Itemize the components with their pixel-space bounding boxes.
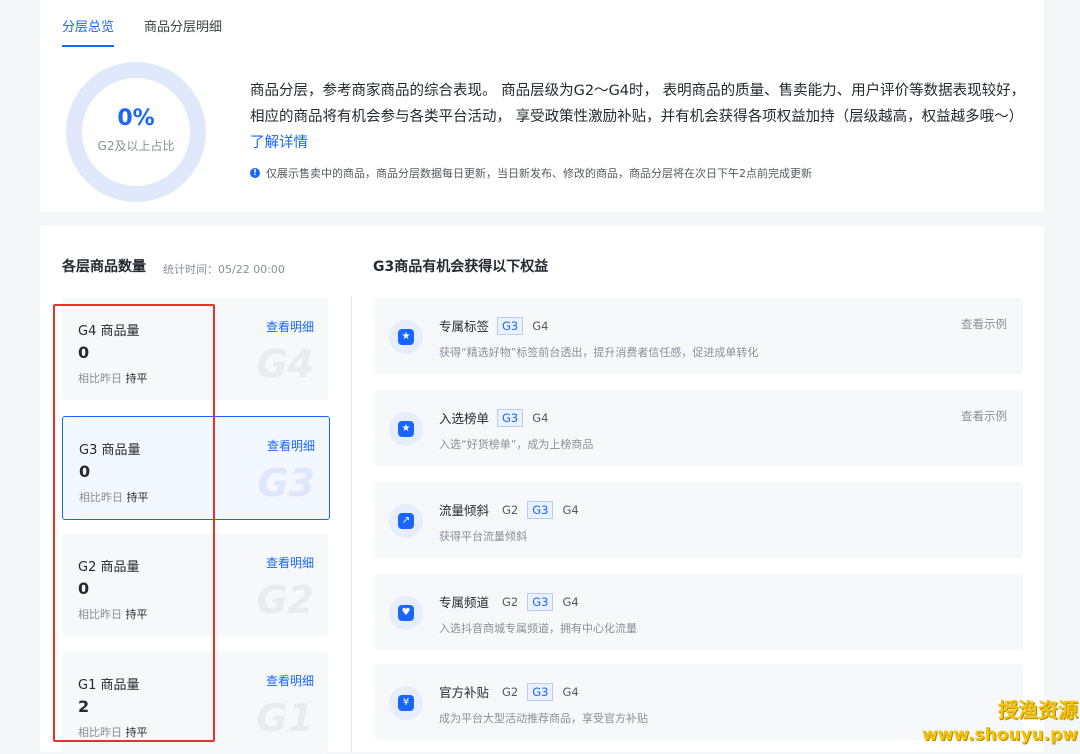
right-title: 官方补贴 xyxy=(439,685,490,700)
view-detail-link[interactable]: 查看明细 xyxy=(267,437,315,454)
tier-compare: 相比昨日 持平 xyxy=(78,372,148,385)
right-desc: 获得“精选好物”标签前台透出，提升消费者信任感，促进成单转化 xyxy=(439,346,759,359)
ratio-label: G2及以上占比 xyxy=(97,139,175,153)
right-title-row: 专属标签 G3 G4 xyxy=(439,316,553,335)
tier-chip: G3 xyxy=(497,316,524,335)
info-icon: ! xyxy=(250,168,260,178)
tier-chip: G4 xyxy=(562,684,579,699)
tier-count: 2 xyxy=(78,697,90,716)
tier-count: 0 xyxy=(79,462,91,481)
tier-chip: G2 xyxy=(502,684,519,699)
tier-count: 0 xyxy=(78,579,90,598)
tier-chip: G2 xyxy=(502,594,519,609)
tier-rights-card: 各层商品数量 统计时间：05/22 00:00 G3商品有机会获得以下权益 G4… xyxy=(40,226,1044,754)
stat-time: 统计时间：05/22 00:00 xyxy=(163,263,285,276)
right-title-row: 专属频道 G2 G3 G4 xyxy=(439,592,584,611)
view-detail-link[interactable]: 查看明细 xyxy=(266,318,314,335)
tier-chip: G3 xyxy=(497,408,524,427)
intro-body: 商品分层，参考商家商品的综合表现。 商品层级为G2～G4时， 表明商品的质量、售… xyxy=(250,83,1026,125)
star-tag-icon: ★ xyxy=(389,320,423,354)
tiers-title: 各层商品数量 xyxy=(62,259,146,275)
rights-title: G3商品有机会获得以下权益 xyxy=(373,259,549,275)
learn-more-link[interactable]: 了解详情 xyxy=(250,135,308,151)
right-title-row: 流量倾斜 G2 G3 G4 xyxy=(439,500,584,519)
tier-compare: 相比昨日 持平 xyxy=(78,726,148,739)
tier-chip: G4 xyxy=(532,318,549,333)
view-detail-link[interactable]: 查看明细 xyxy=(266,672,314,689)
tier-name: G2 商品量 xyxy=(78,560,140,575)
yen-subsidy-icon: ¥ xyxy=(389,686,423,720)
right-item: ★ 入选榜单 G3 G4 入选“好货榜单”，成为上榜商品 查看示例 xyxy=(375,390,1023,466)
tier-card-g3[interactable]: G3 商品量 0 相比昨日 持平 查看明细 G3 xyxy=(62,416,330,520)
tier-chip: G3 xyxy=(527,592,554,611)
notice-text: 仅展示售卖中的商品，商品分层数据每日更新，当日新发布、修改的商品，商品分层将在次… xyxy=(266,167,812,180)
view-detail-link[interactable]: 查看明细 xyxy=(266,554,314,571)
tier-count: 0 xyxy=(78,343,90,362)
tier-chip: G3 xyxy=(527,682,554,701)
tier-compare: 相比昨日 持平 xyxy=(78,608,148,621)
tier-name: G1 商品量 xyxy=(78,678,140,693)
ratio-value: 0% xyxy=(117,106,155,131)
watermark-line2: www.shouyu.pw xyxy=(921,725,1078,745)
site-watermark: 授渔资源 www.shouyu.pw xyxy=(922,698,1078,748)
intro-text: 商品分层，参考商家商品的综合表现。 商品层级为G2～G4时， 表明商品的质量、售… xyxy=(250,78,1026,156)
channel-heart-icon: ♥ xyxy=(389,596,423,630)
overview-card: 分层总览 商品分层明细 0% G2及以上占比 商品分层，参考商家商品的综合表现。… xyxy=(40,0,1044,212)
right-item: ♥ 专属频道 G2 G3 G4 入选抖音商城专属频道，拥有中心化流量 xyxy=(375,574,1023,650)
right-desc: 入选“好货榜单”，成为上榜商品 xyxy=(439,438,594,451)
update-notice: ! 仅展示售卖中的商品，商品分层数据每日更新，当日新发布、修改的商品，商品分层将… xyxy=(250,165,812,181)
tier-name: G3 商品量 xyxy=(79,443,141,458)
tab-overview[interactable]: 分层总览 xyxy=(62,16,115,47)
tier-badge: G4 xyxy=(256,342,314,386)
tier-chip: G4 xyxy=(562,502,579,517)
right-item: ↗ 流量倾斜 G2 G3 G4 获得平台流量倾斜 xyxy=(375,482,1023,558)
right-desc: 成为平台大型活动推荐商品，享受官方补贴 xyxy=(439,712,648,725)
right-item: ★ 专属标签 G3 G4 获得“精选好物”标签前台透出，提升消费者信任感，促进成单转化 查… xyxy=(375,298,1023,374)
view-example-link[interactable]: 查看示例 xyxy=(961,316,1007,332)
tier-chip: G4 xyxy=(562,594,579,609)
tier-chip: G4 xyxy=(532,410,549,425)
trend-chart-icon: ↗ xyxy=(389,504,423,538)
right-title: 专属标签 xyxy=(439,319,490,334)
view-example-link[interactable]: 查看示例 xyxy=(961,408,1007,424)
tier-badge: G2 xyxy=(256,578,314,622)
tier-chip: G3 xyxy=(527,500,554,519)
tier-card-g4[interactable]: G4 商品量 0 相比昨日 持平 查看明细 G4 xyxy=(62,298,328,400)
watermark-line1: 授渔资源 xyxy=(998,698,1078,722)
tier-name: G4 商品量 xyxy=(78,324,140,339)
right-title: 专属频道 xyxy=(439,595,490,610)
tab-bar: 分层总览 商品分层明细 xyxy=(62,16,222,47)
tier-badge: G1 xyxy=(256,696,314,740)
right-desc: 获得平台流量倾斜 xyxy=(439,530,527,543)
tier-badge: G3 xyxy=(257,461,315,505)
divider xyxy=(351,296,352,752)
right-title: 入选榜单 xyxy=(439,411,490,426)
tier-chip: G2 xyxy=(502,502,519,517)
right-desc: 入选抖音商城专属频道，拥有中心化流量 xyxy=(439,622,637,635)
tier-card-g2[interactable]: G2 商品量 0 相比昨日 持平 查看明细 G2 xyxy=(62,534,328,636)
tier-card-g1[interactable]: G1 商品量 2 相比昨日 持平 查看明细 G1 xyxy=(62,652,328,754)
tab-detail[interactable]: 商品分层明细 xyxy=(144,16,222,47)
ratio-donut: 0% G2及以上占比 xyxy=(66,62,206,202)
tier-compare: 相比昨日 持平 xyxy=(79,491,149,504)
right-title-row: 官方补贴 G2 G3 G4 xyxy=(439,682,584,701)
right-title-row: 入选榜单 G3 G4 xyxy=(439,408,553,427)
ranking-badge-icon: ★ xyxy=(389,412,423,446)
right-title: 流量倾斜 xyxy=(439,503,490,518)
